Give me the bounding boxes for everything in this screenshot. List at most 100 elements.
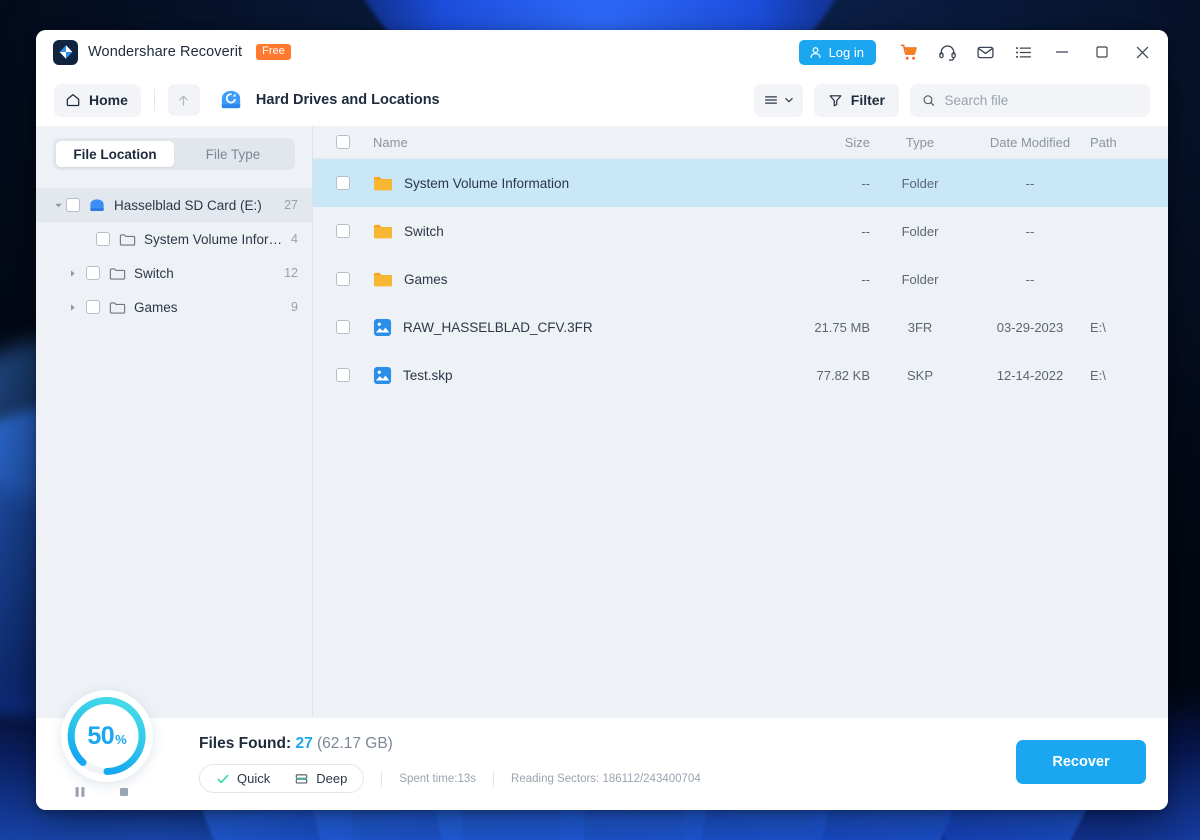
row-size: 77.82 KB [760, 368, 870, 383]
row-select-cell[interactable] [313, 272, 373, 286]
login-button[interactable]: Log in [799, 40, 876, 65]
tree-checkbox[interactable] [66, 198, 80, 212]
mail-icon[interactable] [966, 33, 1004, 71]
maximize-button[interactable] [1082, 33, 1122, 71]
row-select-cell[interactable] [313, 368, 373, 382]
scan-mode-quick-label: Quick [237, 771, 270, 786]
drive-recovery-icon [218, 89, 244, 111]
row-select-cell[interactable] [313, 320, 373, 334]
row-date: 03-29-2023 [970, 320, 1090, 335]
caret-right-icon[interactable] [64, 265, 80, 281]
check-icon [216, 772, 230, 786]
table-row[interactable]: System Volume Information -- Folder -- [313, 159, 1168, 207]
tree-item-games[interactable]: Games 9 [36, 290, 312, 324]
stop-icon[interactable] [116, 784, 132, 800]
close-button[interactable] [1122, 33, 1162, 71]
menu-list-icon[interactable] [1004, 33, 1042, 71]
row-name-cell: Test.skp [373, 366, 760, 385]
row-checkbox[interactable] [336, 368, 350, 382]
row-select-cell[interactable] [313, 224, 373, 238]
scan-progress-ring: 50 % [61, 690, 153, 782]
search-input[interactable] [944, 93, 1138, 108]
status-divider-2 [493, 771, 494, 787]
tree-item-count: 12 [276, 266, 298, 280]
select-all-checkbox[interactable] [336, 135, 350, 149]
filter-button[interactable]: Filter [814, 84, 899, 117]
scan-controls [72, 784, 132, 800]
row-path: E:\ [1090, 320, 1150, 335]
table-row[interactable]: Switch -- Folder -- [313, 207, 1168, 255]
cart-icon[interactable] [890, 33, 928, 71]
caret-right-icon[interactable] [64, 299, 80, 315]
scan-mode-deep-label: Deep [316, 771, 347, 786]
tree-item-label: Switch [134, 266, 174, 281]
home-icon [65, 92, 81, 108]
files-found-label: Files Found: [199, 735, 291, 752]
location-title: Hard Drives and Locations [256, 92, 440, 108]
tree-item-switch[interactable]: Switch 12 [36, 256, 312, 290]
view-options-button[interactable] [754, 84, 803, 117]
filter-label: Filter [851, 92, 885, 108]
table-row[interactable]: RAW_HASSELBLAD_CFV.3FR 21.75 MB 3FR 03-2… [313, 303, 1168, 351]
brand: Wondershare Recoverit Free [53, 40, 291, 65]
file-list-pane: Name Size Type Date Modified Path [313, 126, 1168, 717]
table-row[interactable]: Games -- Folder -- [313, 255, 1168, 303]
row-checkbox[interactable] [336, 272, 350, 286]
tree-checkbox[interactable] [86, 300, 100, 314]
row-date: -- [970, 224, 1090, 239]
files-found-count: 27 [295, 735, 312, 752]
tree-checkbox[interactable] [96, 232, 110, 246]
scan-mode-deep[interactable]: Deep [294, 771, 347, 786]
toolbar-divider [154, 89, 155, 111]
navigate-up-button[interactable] [168, 84, 200, 116]
chevron-down-icon [784, 95, 794, 105]
caret-down-icon[interactable] [50, 197, 66, 213]
folder-icon [373, 271, 393, 288]
home-button[interactable]: Home [54, 84, 141, 117]
select-all-cell[interactable] [313, 135, 373, 149]
row-checkbox[interactable] [336, 224, 350, 238]
minimize-button[interactable] [1042, 33, 1082, 71]
column-header-date-modified[interactable]: Date Modified [970, 135, 1090, 150]
tree-checkbox[interactable] [86, 266, 100, 280]
status-row-2: Quick Deep Spent time:13s Reading Sector [199, 764, 701, 793]
column-header-type[interactable]: Type [870, 135, 970, 150]
scan-mode-toggle[interactable]: Quick Deep [199, 764, 364, 793]
recover-button[interactable]: Recover [1016, 740, 1146, 784]
location-tree: Hasselblad SD Card (E:) 27 System Volume… [36, 180, 312, 717]
sidebar-tabs: File Location File Type [53, 138, 295, 170]
column-header-size[interactable]: Size [760, 135, 870, 150]
title-bar: Wondershare Recoverit Free Log in [36, 30, 1168, 74]
files-found: Files Found: 27 (62.17 GB) [199, 735, 701, 753]
tab-file-location[interactable]: File Location [56, 141, 174, 167]
headset-icon[interactable] [928, 33, 966, 71]
row-date: -- [970, 272, 1090, 287]
pause-icon[interactable] [72, 784, 88, 800]
tree-item-count: 4 [283, 232, 298, 246]
status-bar: 50 % Files Found: 27 (62.17 GB) [36, 717, 1168, 810]
row-name-label: RAW_HASSELBLAD_CFV.3FR [403, 320, 593, 335]
row-checkbox[interactable] [336, 320, 350, 334]
row-size: -- [760, 224, 870, 239]
column-header-path[interactable]: Path [1090, 135, 1150, 150]
tree-item-system-volume-information[interactable]: System Volume Inform... 4 [36, 222, 312, 256]
column-header-name[interactable]: Name [373, 135, 760, 150]
table-row[interactable]: Test.skp 77.82 KB SKP 12-14-2022 E:\ [313, 351, 1168, 399]
row-checkbox[interactable] [336, 176, 350, 190]
tree-item-label: System Volume Inform... [144, 232, 283, 247]
row-select-cell[interactable] [313, 176, 373, 190]
sidebar: File Location File Type Hasselbla [36, 126, 313, 717]
tree-item-hasselblad-sd-card[interactable]: Hasselblad SD Card (E:) 27 [36, 188, 312, 222]
row-type: Folder [870, 176, 970, 191]
row-name-cell: RAW_HASSELBLAD_CFV.3FR [373, 318, 760, 337]
row-name-cell: System Volume Information [373, 175, 760, 192]
scan-mode-quick[interactable]: Quick [216, 771, 270, 786]
row-type: 3FR [870, 320, 970, 335]
tab-file-type[interactable]: File Type [174, 141, 292, 167]
folder-outline-icon [108, 298, 126, 316]
row-name-cell: Switch [373, 223, 760, 240]
tree-item-label: Hasselblad SD Card (E:) [114, 198, 262, 213]
files-found-size: (62.17 GB) [317, 735, 393, 752]
search-box[interactable] [910, 84, 1150, 117]
row-name-label: Games [404, 272, 448, 287]
